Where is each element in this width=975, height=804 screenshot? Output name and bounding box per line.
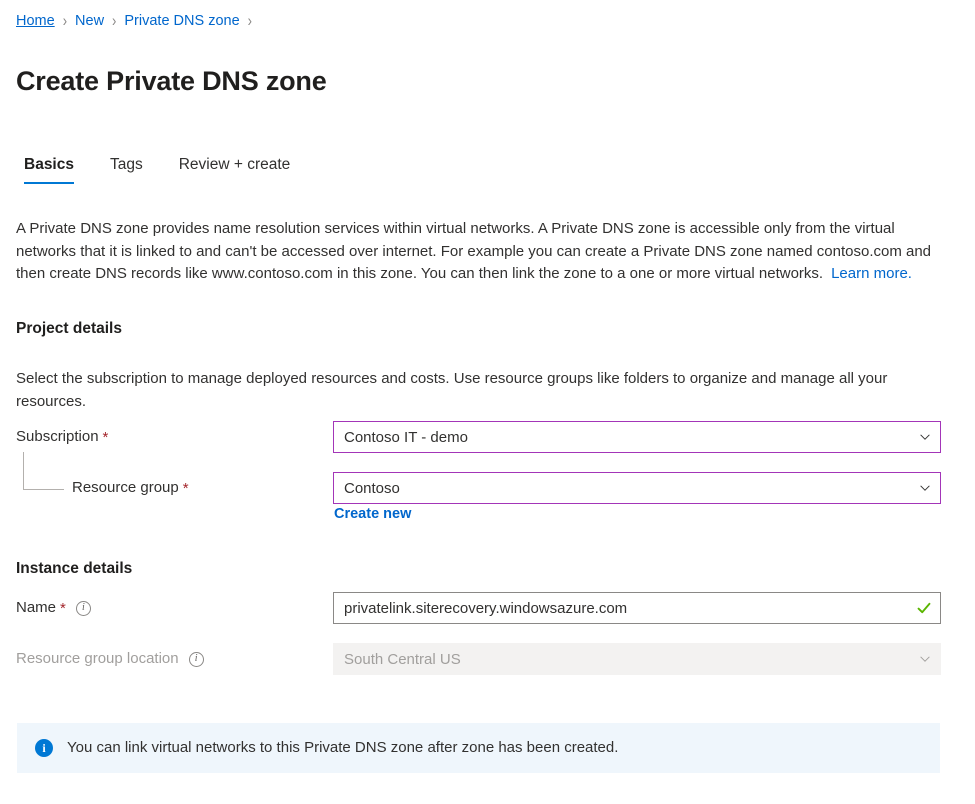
resource-group-location-value: South Central US — [344, 651, 912, 668]
resource-group-location-label-text: Resource group location — [16, 649, 179, 669]
subscription-label: Subscription * — [16, 427, 108, 447]
create-new-resource-group-link[interactable]: Create new — [334, 505, 411, 523]
name-value: privatelink.siterecovery.windowsazure.co… — [344, 600, 910, 617]
learn-more-link[interactable]: Learn more. — [831, 265, 912, 282]
breadcrumb-separator-icon: › — [248, 9, 252, 34]
resource-group-label: Resource group * — [72, 478, 189, 498]
subscription-value: Contoso IT - demo — [344, 429, 912, 446]
info-icon[interactable]: i — [76, 601, 91, 616]
resource-group-tree-connector — [23, 452, 64, 490]
info-banner: i You can link virtual networks to this … — [17, 723, 940, 773]
required-asterisk: * — [60, 601, 66, 616]
checkmark-icon — [916, 600, 932, 616]
info-banner-text: You can link virtual networks to this Pr… — [67, 738, 618, 758]
chevron-down-icon — [918, 430, 932, 444]
required-asterisk: * — [183, 481, 189, 496]
chevron-down-icon — [918, 652, 932, 666]
breadcrumb-separator-icon: › — [63, 9, 67, 34]
required-asterisk: * — [103, 430, 109, 445]
instance-details-heading: Instance details — [16, 558, 132, 580]
breadcrumb-item-home[interactable]: Home — [16, 11, 55, 31]
page-title: Create Private DNS zone — [16, 63, 327, 99]
tab-tags[interactable]: Tags — [110, 155, 143, 184]
resource-group-location-dropdown: South Central US — [333, 643, 941, 675]
breadcrumb-item-private-dns-zone[interactable]: Private DNS zone — [124, 11, 239, 31]
project-details-heading: Project details — [16, 318, 122, 340]
tab-bar: Basics Tags Review + create — [24, 152, 290, 184]
breadcrumb-item-new[interactable]: New — [75, 11, 104, 31]
project-details-description: Select the subscription to manage deploy… — [16, 368, 936, 413]
chevron-down-icon — [918, 481, 932, 495]
resource-group-dropdown[interactable]: Contoso — [333, 472, 941, 504]
breadcrumb: Home › New › Private DNS zone › — [16, 11, 260, 31]
subscription-label-text: Subscription — [16, 427, 99, 447]
resource-group-location-label: Resource group location i — [16, 649, 204, 669]
intro-text: A Private DNS zone provides name resolut… — [16, 220, 931, 282]
tab-basics[interactable]: Basics — [24, 155, 74, 184]
breadcrumb-separator-icon: › — [112, 9, 116, 34]
intro-description: A Private DNS zone provides name resolut… — [16, 218, 936, 286]
resource-group-value: Contoso — [344, 480, 912, 497]
name-label: Name * i — [16, 598, 91, 618]
info-circle-icon: i — [35, 739, 53, 757]
name-input[interactable]: privatelink.siterecovery.windowsazure.co… — [333, 592, 941, 624]
name-label-text: Name — [16, 598, 56, 618]
tab-review-create[interactable]: Review + create — [179, 155, 291, 184]
info-icon[interactable]: i — [189, 652, 204, 667]
resource-group-label-text: Resource group — [72, 478, 179, 498]
subscription-dropdown[interactable]: Contoso IT - demo — [333, 421, 941, 453]
